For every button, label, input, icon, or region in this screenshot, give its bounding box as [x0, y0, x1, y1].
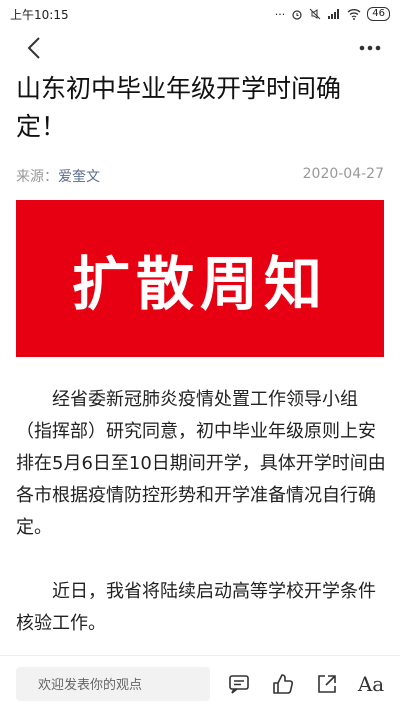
article-title: 山东初中毕业年级开学时间确定！ [16, 74, 342, 141]
status-icons: ··· 46 [275, 7, 390, 21]
battery-icon: 46 [367, 7, 390, 21]
article-source: 来源：爱奎文 [16, 166, 100, 186]
article-meta: 来源：爱奎文 2020-04-27 [16, 166, 384, 186]
more-horizontal-icon [359, 45, 381, 51]
back-button[interactable] [18, 32, 50, 64]
font-size-button[interactable]: Aa [358, 671, 384, 697]
article-paragraph: 近日，我省将陆续启动高等学校开学条件核验工作。 [16, 581, 376, 634]
status-bar: 上午10:15 ··· 46 [0, 0, 400, 28]
comment-button[interactable] [226, 671, 252, 697]
share-icon [318, 674, 336, 693]
comment-icon [229, 674, 249, 694]
font-size-icon: Aa [357, 671, 385, 696]
banner-text: 扩散周知 [71, 249, 328, 318]
like-icon [273, 673, 294, 694]
status-time: 上午10:15 [10, 7, 69, 22]
mute-icon [309, 8, 321, 20]
signal-icon [328, 9, 340, 19]
article-body: 经省委新冠肺炎疫情处置工作领导小组（指挥部）研究同意，初中毕业年级原则上安排在5… [16, 384, 386, 672]
action-group: Aa [226, 671, 384, 697]
article-banner: 扩散周知 [16, 200, 384, 357]
share-button[interactable] [314, 671, 340, 697]
comment-input[interactable]: 欢迎发表你的观点 [16, 666, 210, 701]
like-button[interactable] [270, 671, 296, 697]
more-button[interactable] [354, 32, 386, 64]
source-label: 来源： [16, 169, 58, 185]
alarm-icon [292, 10, 302, 20]
wifi-icon [347, 9, 361, 20]
bottom-bar: 欢迎发表你的观点 Aa [0, 655, 400, 711]
article-date: 2020-04-27 [302, 166, 384, 182]
dots-icon: ··· [274, 7, 286, 21]
chevron-left-icon [27, 37, 40, 59]
nav-bar [0, 28, 400, 68]
source-name[interactable]: 爱奎文 [58, 169, 100, 185]
article-paragraph: 经省委新冠肺炎疫情处置工作领导小组（指挥部）研究同意，初中毕业年级原则上安排在5… [16, 389, 386, 538]
